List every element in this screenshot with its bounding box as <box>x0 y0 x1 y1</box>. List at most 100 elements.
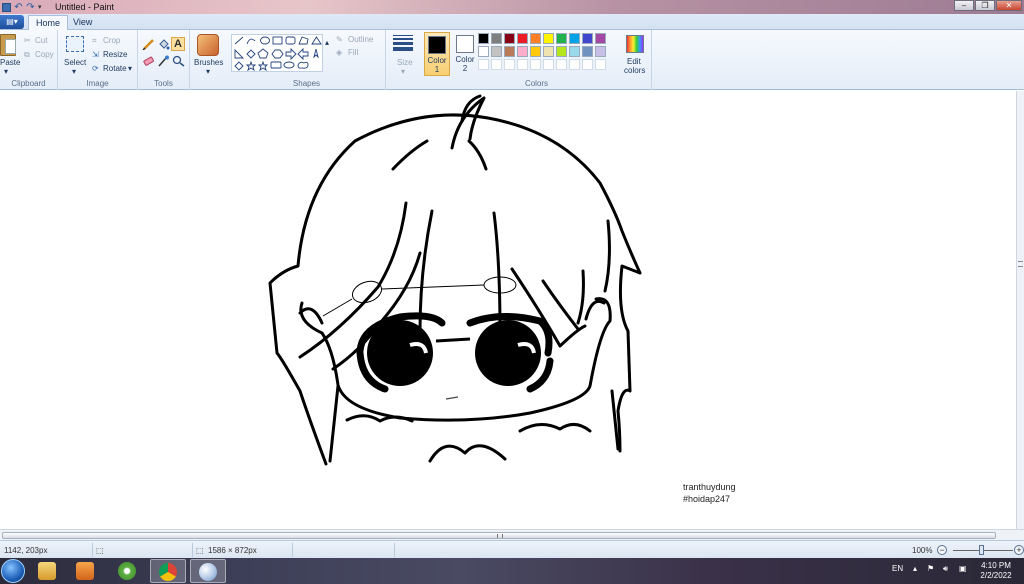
outline-icon[interactable]: ✎ <box>336 35 343 44</box>
size-dropdown-icon[interactable]: ▾ <box>401 67 405 76</box>
copy-icon[interactable]: ⧉ <box>24 50 30 60</box>
fill-icon[interactable]: ◈ <box>336 48 342 57</box>
custom-color-slot[interactable] <box>582 59 593 70</box>
fill-button[interactable]: Fill <box>348 48 358 57</box>
palette-swatch[interactable] <box>478 33 489 44</box>
horizontal-scrollbar[interactable] <box>0 529 1024 540</box>
palette-swatch[interactable] <box>504 46 515 57</box>
taskbar-explorer[interactable] <box>30 559 66 583</box>
select-icon[interactable] <box>66 36 84 52</box>
cut-icon[interactable]: ✂ <box>24 36 31 45</box>
custom-color-slot[interactable] <box>517 59 528 70</box>
custom-color-slot[interactable] <box>491 59 502 70</box>
palette-swatch[interactable] <box>478 46 489 57</box>
custom-color-slot[interactable] <box>530 59 541 70</box>
save-icon[interactable] <box>2 2 11 12</box>
network-icon[interactable]: ▣ <box>959 564 967 573</box>
custom-color-slot[interactable] <box>478 59 489 70</box>
size-button[interactable]: Size <box>397 58 413 67</box>
palette-swatch[interactable] <box>556 46 567 57</box>
brushes-icon[interactable] <box>197 34 219 56</box>
shapes-scroll-icon[interactable]: ▴ <box>325 38 329 47</box>
paste-button[interactable]: Paste <box>0 58 20 67</box>
palette-swatch[interactable] <box>530 46 541 57</box>
horizontal-scroll-thumb[interactable] <box>2 532 996 539</box>
maximize-button[interactable]: ❐ <box>975 0 995 11</box>
minimize-button[interactable]: – <box>954 0 974 11</box>
palette-swatch[interactable] <box>530 33 541 44</box>
resize-button[interactable]: Resize <box>103 50 127 59</box>
custom-color-slot[interactable] <box>504 59 515 70</box>
rotate-button[interactable]: Rotate <box>103 64 127 73</box>
paste-dropdown-icon[interactable]: ▾ <box>4 67 8 76</box>
palette-swatch[interactable] <box>517 46 528 57</box>
zoom-out-button[interactable]: − <box>937 545 947 555</box>
palette-swatch[interactable] <box>543 33 554 44</box>
brushes-button[interactable]: Brushes <box>194 58 223 67</box>
taskbar-paint[interactable] <box>190 559 226 583</box>
select-button[interactable]: Select <box>64 58 86 67</box>
custom-color-slot[interactable] <box>595 59 606 70</box>
custom-color-slot[interactable] <box>543 59 554 70</box>
size-icon[interactable] <box>393 35 413 53</box>
fill-bucket-icon[interactable] <box>157 38 170 50</box>
resize-icon[interactable]: ⇲ <box>92 50 99 59</box>
tab-view[interactable]: View <box>66 15 99 30</box>
vertical-scrollbar[interactable] <box>1016 91 1024 529</box>
paste-icon[interactable] <box>0 34 16 56</box>
palette-swatch[interactable] <box>569 46 580 57</box>
clock[interactable]: 4:10 PM 2/2/2022 <box>975 561 1017 581</box>
drawing-canvas[interactable]: tranthuydung #hoidap247 <box>0 91 1016 529</box>
paint-menu-button[interactable]: ▤▾ <box>0 15 24 29</box>
palette-swatch[interactable] <box>491 33 502 44</box>
color-picker-icon[interactable] <box>157 55 170 67</box>
taskbar-chrome[interactable] <box>150 559 186 583</box>
shapes-gallery[interactable] <box>231 34 323 72</box>
rotate-icon[interactable]: ⟳ <box>92 64 99 73</box>
custom-color-slot[interactable] <box>569 59 580 70</box>
palette-swatch[interactable] <box>543 46 554 57</box>
color1-button[interactable]: Color 1 <box>424 32 450 76</box>
edit-colors-icon[interactable] <box>626 35 644 53</box>
pencil-icon[interactable] <box>142 38 155 51</box>
flag-icon[interactable]: ⚑ <box>927 564 934 573</box>
tab-home[interactable]: Home <box>28 15 69 30</box>
palette-swatch[interactable] <box>504 33 515 44</box>
brushes-dropdown-icon[interactable]: ▾ <box>206 67 210 76</box>
palette-swatch[interactable] <box>595 33 606 44</box>
color2-button[interactable]: Color 2 <box>452 32 478 76</box>
magnifier-icon[interactable] <box>172 55 185 67</box>
redo-icon[interactable]: ↷ <box>26 2 35 12</box>
taskbar-app[interactable] <box>110 559 146 583</box>
undo-icon[interactable]: ↶ <box>14 2 23 12</box>
palette-swatch[interactable] <box>582 46 593 57</box>
outline-button[interactable]: Outline <box>348 35 373 44</box>
taskbar-media-player[interactable] <box>68 559 104 583</box>
edit-colors-label[interactable]: Edit <box>627 57 641 66</box>
palette-swatch[interactable] <box>595 46 606 57</box>
palette-swatch[interactable] <box>556 33 567 44</box>
text-tool-icon[interactable]: A <box>171 37 185 51</box>
crop-button[interactable]: Crop <box>103 36 120 45</box>
palette-swatch[interactable] <box>582 33 593 44</box>
close-button[interactable]: ✕ <box>996 0 1022 11</box>
language-indicator[interactable]: EN <box>892 564 903 573</box>
volume-icon[interactable]: 🔊︎ <box>943 564 948 574</box>
palette-swatch[interactable] <box>569 33 580 44</box>
cut-button[interactable]: Cut <box>35 36 47 45</box>
show-hidden-icons[interactable]: ▴ <box>913 564 917 573</box>
vertical-scroll-grip[interactable] <box>1018 261 1023 267</box>
zoom-slider-thumb[interactable] <box>979 545 984 555</box>
palette-swatch[interactable] <box>491 46 502 57</box>
crop-icon[interactable]: ⌗ <box>92 36 97 46</box>
edit-colors-label-2[interactable]: colors <box>624 66 645 75</box>
zoom-in-button[interactable]: + <box>1014 545 1024 555</box>
rotate-dropdown-icon[interactable]: ▾ <box>128 64 132 73</box>
copy-button[interactable]: Copy <box>35 50 54 59</box>
customize-dropdown-icon[interactable]: ▾ <box>38 3 47 12</box>
eraser-icon[interactable] <box>142 55 155 67</box>
start-button[interactable] <box>1 559 25 583</box>
palette-swatch[interactable] <box>517 33 528 44</box>
select-dropdown-icon[interactable]: ▾ <box>72 67 76 76</box>
custom-color-slot[interactable] <box>556 59 567 70</box>
